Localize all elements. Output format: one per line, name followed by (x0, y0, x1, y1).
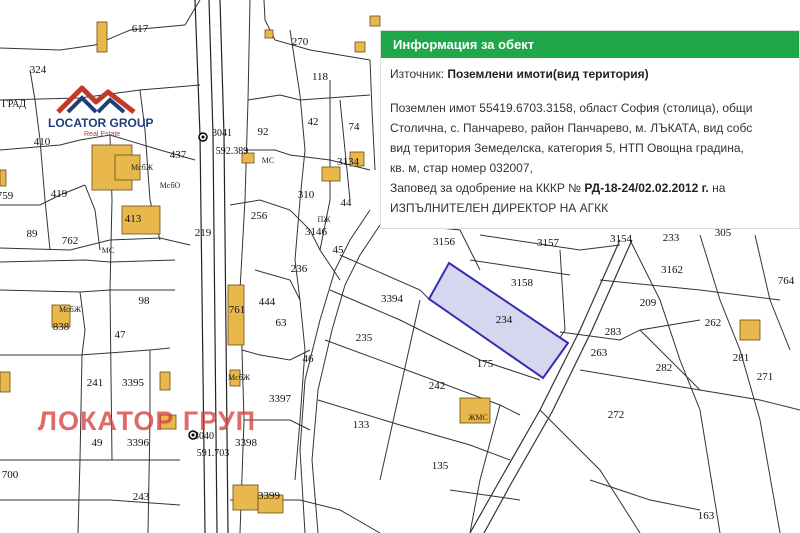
plot-label[interactable]: 135 (432, 460, 449, 472)
popup-source: Източник: Поземлени имоти(вид територия) (390, 64, 789, 84)
plot-label[interactable]: 243 (133, 491, 150, 503)
plot-label[interactable]: 256 (251, 210, 268, 222)
plot-label[interactable]: 3161 (0, 0, 11, 3)
street-label: ГРАД (2, 99, 26, 110)
plot-label[interactable]: 3395 (122, 377, 145, 389)
plot-label[interactable]: 444 (259, 296, 276, 308)
plot-label[interactable]: 163 (698, 510, 715, 522)
plot-label[interactable]: 3134 (337, 156, 360, 168)
info-line-4: кв. м, стар номер 032007, (390, 161, 533, 175)
coordinate-label: 3041 (212, 128, 232, 139)
popup-body: Източник: Поземлени имоти(вид територия)… (381, 58, 799, 218)
plot-label[interactable]: 89 (27, 228, 39, 240)
plot-label[interactable]: 46 (303, 353, 315, 365)
plot-label[interactable]: 219 (195, 227, 212, 239)
plot-label[interactable]: 3157 (537, 237, 560, 249)
plot-label[interactable]: 209 (640, 297, 657, 309)
plot-label[interactable]: 283 (605, 326, 622, 338)
agency-line: ИЗПЪЛНИТЕЛЕН ДИРЕКТОР НА АГКК (390, 201, 609, 215)
plot-label[interactable]: 437 (170, 149, 187, 161)
info-line-2: Столична, с. Панчарево, район Панчарево,… (390, 121, 753, 135)
watermark: ЛОКАТОР ГРУП (38, 406, 257, 436)
control-points (188, 132, 208, 440)
plot-label[interactable]: 118 (312, 71, 329, 83)
plot-label[interactable]: 3162 (661, 264, 683, 276)
building-label: МС (262, 156, 274, 165)
plot-label[interactable]: 262 (705, 317, 722, 329)
plot-label[interactable]: 282 (656, 362, 673, 374)
plot-label[interactable]: 3158 (511, 277, 534, 289)
plot-label[interactable]: 762 (62, 235, 79, 247)
plot-label[interactable]: 324 (30, 64, 47, 76)
plot-label[interactable]: 74 (349, 121, 361, 133)
plot-label[interactable]: 271 (757, 371, 774, 383)
coordinate-label: 591.703 (197, 448, 230, 459)
plot-label[interactable]: 234 (496, 314, 513, 326)
building-label: ПЖ (318, 215, 332, 224)
plot-label[interactable]: 761 (229, 304, 246, 316)
object-info-popup[interactable]: Информация за обект Източник: Поземлени … (380, 30, 800, 229)
building-label: МС (102, 246, 114, 255)
order-number: РД-18-24/02.02.2012 г. (584, 181, 709, 195)
plot-label[interactable]: 175 (477, 358, 494, 370)
building-label: МсбЖ (59, 305, 82, 314)
plot-label[interactable]: 47 (115, 329, 127, 341)
plot-label[interactable]: 270 (292, 36, 309, 48)
plot-label[interactable]: 3397 (269, 393, 292, 405)
plot-label[interactable]: 63 (276, 317, 288, 329)
order-suffix: на (712, 181, 726, 195)
building-label: ЖМС (468, 413, 488, 422)
plot-label[interactable]: 419 (51, 188, 68, 200)
plot-label[interactable]: 700 (2, 469, 19, 481)
info-line-3: вид територия Земеделска, категория 5, Н… (390, 141, 744, 155)
logo-name: LOCATOR GROUP (48, 116, 154, 130)
plot-label[interactable]: 281 (733, 352, 750, 364)
plot-label[interactable]: 3156 (433, 236, 456, 248)
plot-label[interactable]: 242 (429, 380, 446, 392)
building-label: МсбЖ (131, 163, 154, 172)
plot-label[interactable]: 413 (125, 213, 142, 225)
plot-label[interactable]: 3399 (258, 490, 281, 502)
plot-label[interactable]: 3396 (127, 437, 150, 449)
order-prefix: Заповед за одобрение на КККР № (390, 181, 582, 195)
order-line: Заповед за одобрение на КККР № РД-18-24/… (390, 178, 789, 198)
plot-label[interactable]: 3146 (305, 226, 328, 238)
plot-label[interactable]: 233 (663, 232, 680, 244)
plot-label[interactable]: 241 (87, 377, 104, 389)
plot-label[interactable]: 3394 (381, 293, 404, 305)
plot-label[interactable]: 272 (608, 409, 625, 421)
plot-label[interactable]: 310 (298, 189, 315, 201)
plot-label[interactable]: 42 (308, 116, 319, 128)
plot-label[interactable]: 235 (356, 332, 373, 344)
plot-label[interactable]: 236 (291, 263, 308, 275)
plot-label[interactable]: 263 (591, 347, 608, 359)
plot-label[interactable]: 45 (333, 244, 345, 256)
popup-title: Информация за обект (381, 31, 799, 58)
plot-label[interactable]: 44 (341, 197, 353, 209)
plot-label[interactable]: 133 (353, 419, 370, 431)
plot-label[interactable]: 49 (92, 437, 104, 449)
plot-label[interactable]: 764 (778, 275, 795, 287)
plot-label[interactable]: 759 (0, 190, 14, 202)
building-label: МсбЖ (228, 373, 251, 382)
plot-label[interactable]: 617 (132, 23, 149, 35)
source-label: Източник: (390, 67, 445, 81)
source-value: Поземлени имоти(вид територия) (447, 67, 649, 81)
logo-subtitle: Real Estate (84, 131, 121, 138)
plot-label[interactable]: 98 (139, 295, 151, 307)
plot-label[interactable]: 838 (53, 321, 70, 333)
plot-label[interactable]: 3398 (235, 437, 258, 449)
coordinate-label: 592.389 (216, 146, 249, 157)
building-label: МсбО (160, 181, 181, 190)
plot-label[interactable]: 92 (258, 126, 269, 138)
info-line-1: Поземлен имот 55419.6703.3158, област Со… (390, 101, 753, 115)
plot-label[interactable]: 3154 (610, 233, 633, 245)
